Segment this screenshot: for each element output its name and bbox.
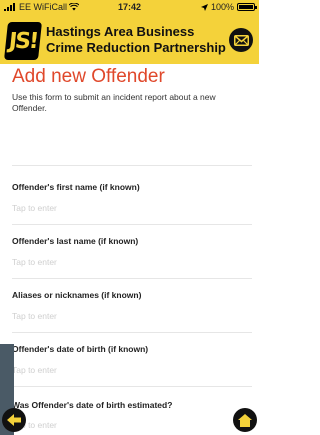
battery-icon bbox=[237, 3, 257, 11]
location-arrow-icon bbox=[200, 3, 208, 11]
form-intro: Use this form to submit an incident repo… bbox=[12, 92, 216, 113]
page-title: Add new Offender bbox=[12, 66, 165, 87]
dob-input[interactable] bbox=[12, 363, 247, 377]
divider bbox=[12, 386, 252, 387]
mail-icon bbox=[233, 34, 249, 46]
divider bbox=[12, 278, 252, 279]
home-button[interactable] bbox=[233, 408, 257, 432]
last-name-input[interactable] bbox=[12, 255, 247, 269]
back-button[interactable] bbox=[2, 408, 26, 432]
form-content: Add new Offender Use this form to submit… bbox=[0, 64, 259, 435]
battery-percent: 100% bbox=[210, 2, 234, 12]
home-icon bbox=[238, 413, 252, 427]
first-name-input[interactable] bbox=[12, 201, 247, 215]
aliases-label: Aliases or nicknames (if known) bbox=[12, 290, 142, 300]
dob-estimated-input[interactable] bbox=[12, 418, 247, 432]
dob-estimated-label: Was Offender's date of birth estimated? bbox=[12, 400, 173, 410]
back-arrow-icon bbox=[7, 414, 21, 426]
divider bbox=[12, 332, 252, 333]
mail-button[interactable] bbox=[229, 28, 253, 52]
org-name-line1: Hastings Area Business bbox=[46, 24, 195, 39]
aliases-input[interactable] bbox=[12, 309, 247, 323]
divider bbox=[12, 165, 252, 166]
app-logo: JS! bbox=[4, 22, 42, 60]
organisation-name: Hastings Area Business Crime Reduction P… bbox=[46, 24, 226, 56]
divider bbox=[12, 224, 252, 225]
first-name-label: Offender's first name (if known) bbox=[12, 182, 140, 192]
status-right: 100% bbox=[200, 2, 257, 12]
org-name-line2: Crime Reduction Partnership bbox=[46, 40, 226, 55]
app-header: JS! Hastings Area Business Crime Reducti… bbox=[0, 16, 259, 64]
dob-label: Offender's date of birth (if known) bbox=[12, 344, 149, 354]
status-bar: EE WiFiCall 17:42 100% bbox=[0, 0, 259, 16]
last-name-label: Offender's last name (if known) bbox=[12, 236, 139, 246]
